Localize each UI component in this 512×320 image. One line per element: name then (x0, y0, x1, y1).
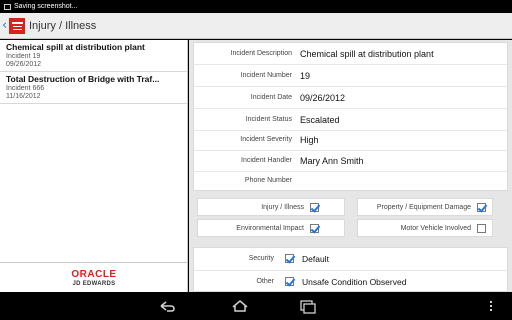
detail-value: High (300, 134, 319, 145)
home-icon[interactable] (231, 298, 249, 314)
detail-value: Mary Ann Smith (300, 155, 364, 166)
detail-value: Escalated (300, 114, 340, 125)
detail-value: 09/26/2012 (300, 92, 346, 103)
property-checkbox[interactable] (477, 202, 486, 212)
classification-card: Security Default Other Unsafe Condition … (193, 247, 508, 292)
classification-row-other[interactable]: Other Unsafe Condition Observed (194, 271, 507, 292)
incident-date: 09/26/2012 (6, 61, 42, 68)
security-checkbox[interactable] (285, 254, 294, 263)
incident-number: Incident 19 (6, 53, 41, 60)
incident-detail-card: Incident Description Chemical spill at d… (193, 42, 508, 191)
incident-list-item[interactable]: Chemical spill at distribution plant Inc… (0, 40, 187, 72)
detail-row-date: Incident Date 09/26/2012 (194, 87, 507, 108)
detail-label: Incident Status (245, 116, 292, 123)
incident-detail-panel: Incident Description Chemical spill at d… (189, 40, 512, 292)
other-checkbox[interactable] (285, 277, 294, 286)
motor-vehicle-checkbox[interactable] (477, 223, 486, 233)
category-label: Motor Vehicle Involved (400, 224, 471, 232)
status-text: Saving screenshot... (14, 3, 78, 10)
detail-row-severity: Incident Severity High (194, 129, 507, 150)
oracle-wordmark: ORACLE (71, 268, 117, 280)
detail-row-description: Incident Description Chemical spill at d… (194, 43, 507, 64)
classification-label: Security (248, 255, 274, 262)
detail-row-handler: Incident Handler Mary Ann Smith (194, 150, 507, 171)
status-bar: Saving screenshot... (0, 0, 512, 13)
system-nav-bar (0, 292, 512, 320)
detail-label: Incident Number (240, 72, 292, 79)
category-property[interactable]: Property / Equipment Damage (357, 198, 493, 216)
category-injury[interactable]: Injury / Illness (197, 198, 345, 216)
category-motor-vehicle[interactable]: Motor Vehicle Involved (357, 219, 493, 237)
environmental-checkbox[interactable] (310, 223, 319, 233)
category-label: Property / Equipment Damage (376, 203, 471, 211)
detail-label: Incident Handler (241, 157, 292, 164)
back-icon[interactable] (158, 298, 176, 314)
menu-icon[interactable] (486, 298, 496, 314)
category-label: Injury / Illness (261, 203, 304, 211)
back-chevron-icon[interactable]: ‹ (0, 18, 9, 33)
detail-row-status: Incident Status Escalated (194, 109, 507, 130)
detail-label: Incident Date (250, 94, 292, 101)
incident-number: Incident 666 (6, 85, 45, 92)
injury-checkbox[interactable] (310, 202, 319, 212)
incident-date: 11/16/2012 (6, 93, 41, 100)
classification-value: Unsafe Condition Observed (302, 276, 407, 287)
detail-value: 19 (300, 70, 311, 81)
jde-wordmark: JD EDWARDS (72, 280, 116, 287)
detail-label: Incident Description (230, 50, 292, 57)
detail-row-phone: Phone Number (194, 170, 507, 191)
oracle-jde-logo: ORACLE JD EDWARDS (0, 262, 188, 292)
detail-label: Incident Severity (240, 136, 292, 143)
incident-title: Chemical spill at distribution plant (6, 42, 145, 52)
recent-apps-icon[interactable] (298, 298, 316, 314)
classification-row-security[interactable]: Security Default (194, 248, 507, 269)
detail-row-number: Incident Number 19 (194, 65, 507, 86)
classification-label: Other (256, 278, 274, 285)
detail-label: Phone Number (244, 177, 292, 184)
classification-value: Default (302, 253, 329, 264)
incident-title: Total Destruction of Bridge with Traf... (6, 74, 160, 84)
incident-list-item[interactable]: Total Destruction of Bridge with Traf...… (0, 72, 187, 104)
app-logo-icon[interactable] (9, 17, 25, 34)
detail-value: Chemical spill at distribution plant (300, 48, 434, 59)
screen-title: Injury / Illness (29, 19, 97, 32)
category-environmental[interactable]: Environmental Impact (197, 219, 345, 237)
screenshot-icon (4, 3, 11, 10)
incident-list-panel: Chemical spill at distribution plant Inc… (0, 40, 188, 292)
action-bar: ‹ Injury / Illness (0, 13, 512, 39)
category-label: Environmental Impact (236, 224, 304, 232)
